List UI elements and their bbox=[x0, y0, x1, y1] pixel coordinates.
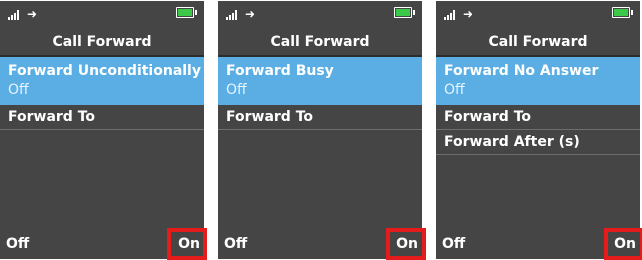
status-bar: ➜ bbox=[218, 1, 422, 27]
menu-item-label: Forward To bbox=[444, 109, 532, 125]
phone-screen-forward-no-answer: ➜ Call Forward Forward No Answer Off For… bbox=[436, 1, 640, 259]
status-bar: ➜ bbox=[436, 1, 640, 27]
menu-item-forward-to[interactable]: Forward To bbox=[0, 105, 204, 130]
on-softkey-highlight-box bbox=[386, 228, 426, 260]
battery-icon bbox=[394, 7, 415, 18]
softkey-left[interactable]: Off bbox=[6, 235, 29, 253]
menu-item-label: Forward Unconditionally bbox=[8, 63, 201, 79]
menu-item-forward-no-answer[interactable]: Forward No Answer Off bbox=[436, 57, 640, 105]
menu-item-forward-unconditionally[interactable]: Forward Unconditionally Off bbox=[0, 57, 204, 105]
signal-icon bbox=[226, 10, 240, 20]
menu-item-forward-after[interactable]: Forward After (s) bbox=[436, 130, 640, 155]
status-bar: ➜ bbox=[0, 1, 204, 27]
menu-item-forward-busy[interactable]: Forward Busy Off bbox=[218, 57, 422, 105]
screen-title: Call Forward bbox=[488, 34, 588, 50]
battery-icon bbox=[176, 7, 197, 18]
signal-icon bbox=[444, 10, 458, 20]
menu-item-label: Forward Busy bbox=[226, 63, 334, 79]
menu-item-forward-to[interactable]: Forward To bbox=[436, 105, 640, 130]
menu-item-label: Forward No Answer bbox=[444, 63, 599, 79]
phone-screen-forward-busy: ➜ Call Forward Forward Busy Off Forward … bbox=[218, 1, 422, 259]
menu-item-label: Forward After (s) bbox=[444, 134, 580, 150]
menu-item-value: Off bbox=[444, 82, 465, 98]
menu-item-value: Off bbox=[8, 82, 29, 98]
arrow-right-icon: ➜ bbox=[245, 7, 256, 21]
arrow-right-icon: ➜ bbox=[27, 7, 38, 21]
menu-item-value: Off bbox=[226, 82, 247, 98]
softkey-left[interactable]: Off bbox=[224, 235, 247, 253]
phone-screen-forward-unconditionally: ➜ Call Forward Forward Unconditionally O… bbox=[0, 1, 204, 259]
signal-icon bbox=[8, 10, 22, 20]
on-softkey-highlight-box bbox=[167, 228, 207, 260]
arrow-right-icon: ➜ bbox=[463, 7, 474, 21]
on-softkey-highlight-box bbox=[604, 228, 642, 260]
menu-item-label: Forward To bbox=[226, 109, 314, 125]
battery-icon bbox=[612, 7, 633, 18]
menu-item-label: Forward To bbox=[8, 109, 96, 125]
menu-item-forward-to[interactable]: Forward To bbox=[218, 105, 422, 130]
screen-title: Call Forward bbox=[52, 34, 152, 50]
softkey-left[interactable]: Off bbox=[442, 235, 465, 253]
screen-title: Call Forward bbox=[270, 34, 370, 50]
